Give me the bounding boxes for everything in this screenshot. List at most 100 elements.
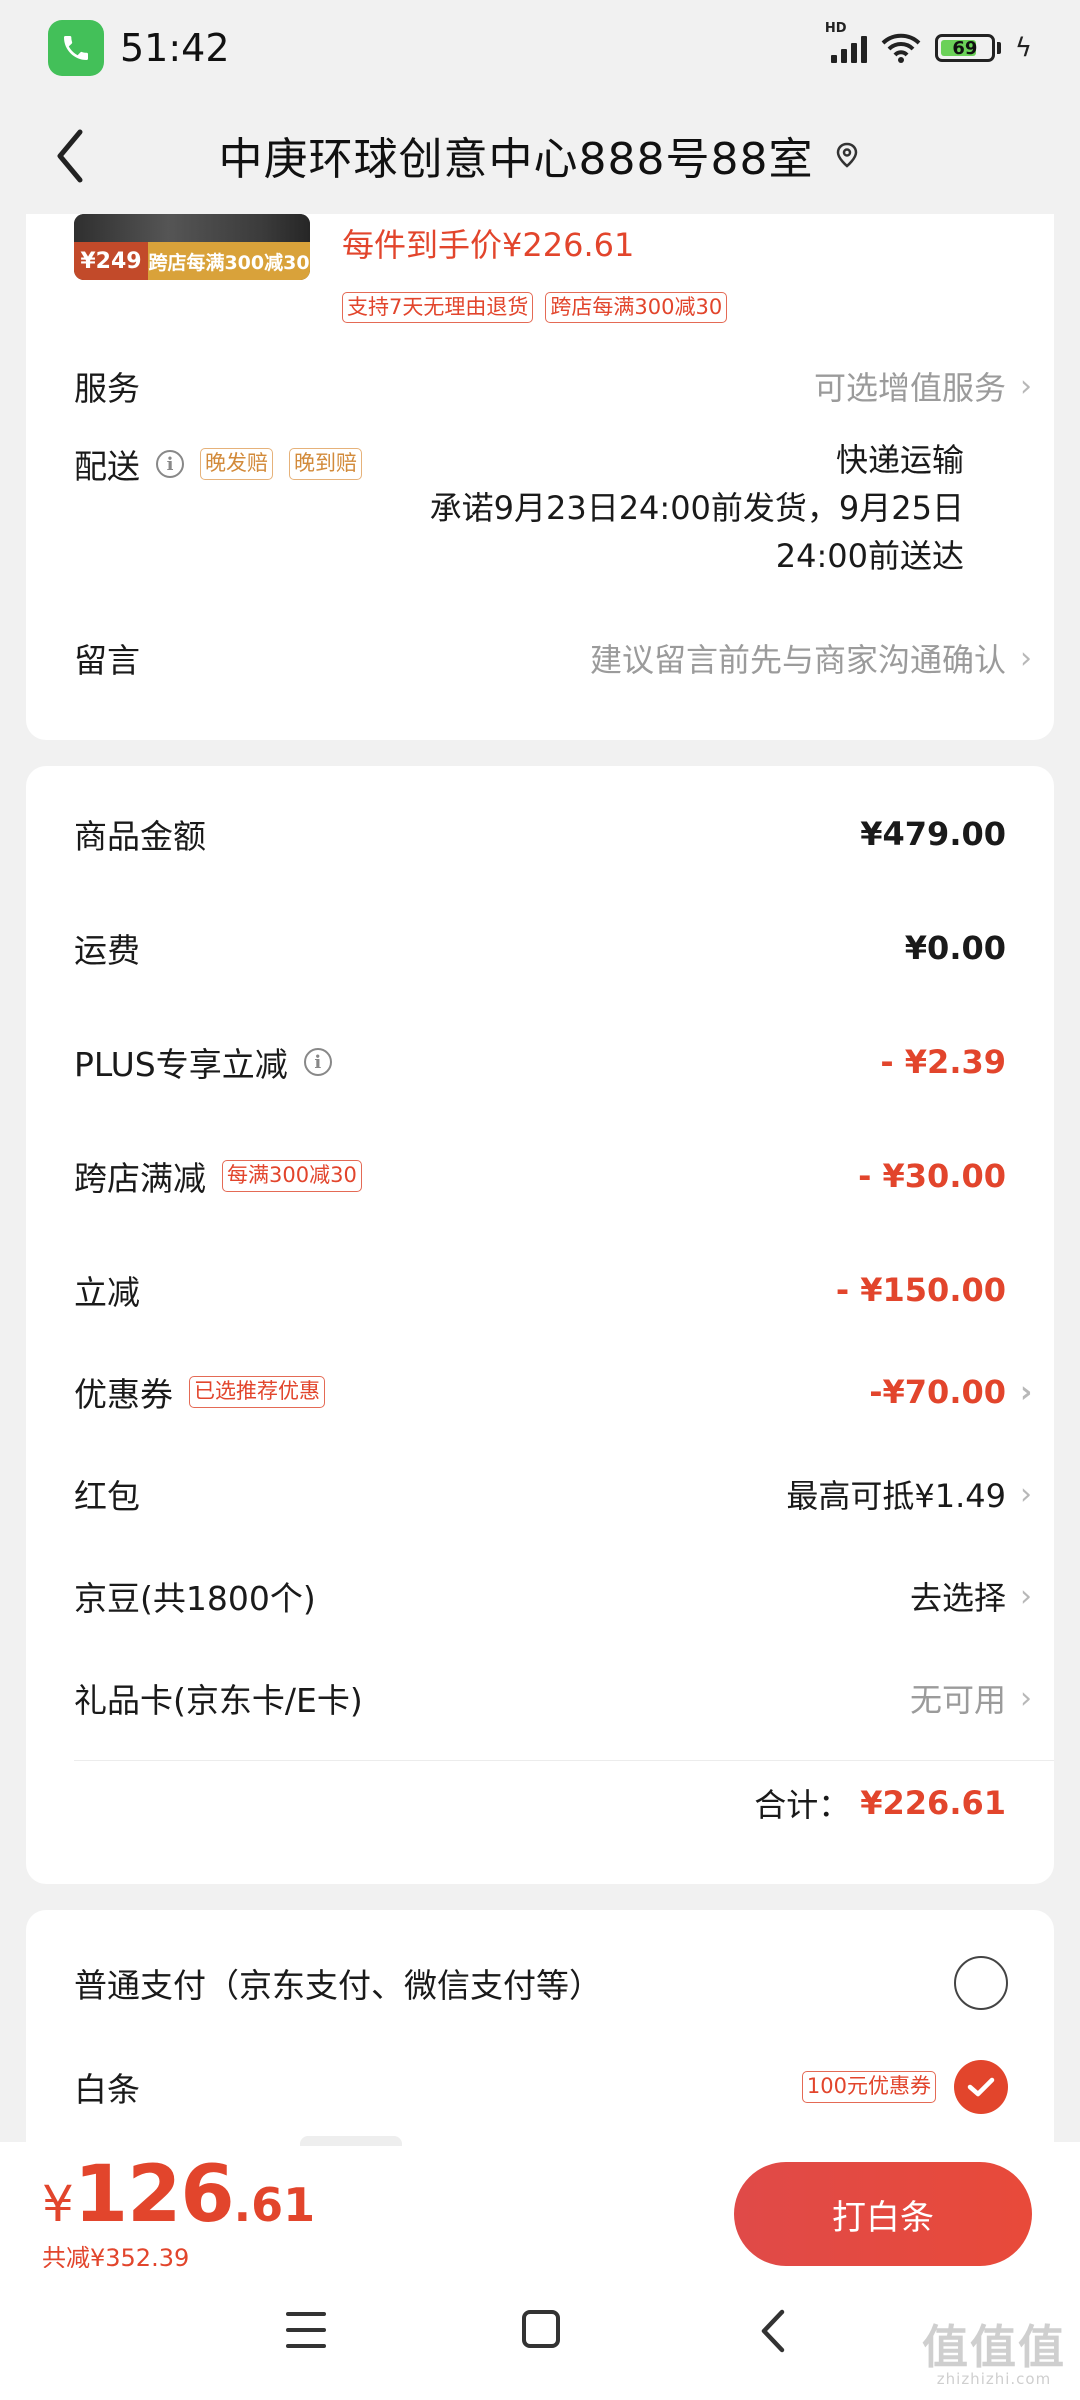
watermark-text: 值值值 <box>922 2320 1066 2374</box>
coupon-label-group: 优惠券 已选推荐优惠 <box>74 1368 325 1416</box>
direct-discount-value: - ¥150.00 <box>835 1271 1006 1309</box>
return-policy-tag: 支持7天无理由退货 <box>342 292 534 324</box>
payment-method-card: 普通支付（京东支付、微信支付等） 白条 100元优惠券 <box>26 1910 1054 2150</box>
status-time: 51:42 <box>120 26 230 70</box>
jd-beans-value: 去选择 › <box>910 1573 1032 1619</box>
delivery-label: 配送 <box>74 447 140 486</box>
crossstore-label-group: 跨店满减 每满300减30 <box>74 1152 362 1200</box>
total-label: 合计： <box>754 1786 851 1824</box>
service-row[interactable]: 服务 可选增值服务 › <box>74 362 1032 410</box>
coupon-row[interactable]: 优惠券 已选推荐优惠 -¥70.00 › <box>74 1368 1032 1416</box>
message-label: 留言 <box>74 641 140 680</box>
normal-pay-row[interactable]: 普通支付（京东支付、微信支付等） <box>74 1956 1008 2010</box>
gift-card-label: 礼品卡(京东卡/E卡) <box>74 1681 363 1720</box>
delivery-promise-1: 承诺9月23日24:00前发货，9月25日 <box>429 489 964 527</box>
normal-pay-radio[interactable] <box>954 1956 1008 2010</box>
baitiao-radio-checked[interactable] <box>954 2060 1008 2114</box>
shipping-row: 运费 ¥0.00 <box>74 924 1006 972</box>
checkout-bar: ¥ 126 .61 共减¥352.39 打白条 <box>0 2136 1080 2272</box>
shipping-label: 运费 <box>74 931 140 970</box>
chevron-right-icon: › <box>1020 1374 1033 1410</box>
coupon-tag: 已选推荐优惠 <box>189 1376 325 1408</box>
coupon-label: 优惠券 <box>74 1375 173 1414</box>
red-packet-row[interactable]: 红包 最高可抵¥1.49 › <box>74 1470 1032 1518</box>
price-summary-card: 商品金额 ¥479.00 运费 ¥0.00 PLUS专享立减 i - ¥2.39… <box>26 766 1054 1884</box>
divider <box>74 1760 1054 1761</box>
service-value: 可选增值服务 › <box>814 363 1032 409</box>
late-ship-tag: 晚发赔 <box>200 448 273 480</box>
red-packet-label: 红包 <box>74 1477 140 1516</box>
direct-discount-row: 立减 - ¥150.00 <box>74 1266 1006 1314</box>
page-header: 中庚环球创意中心888号88室 <box>0 96 1080 214</box>
cell-signal-icon: HD <box>825 21 867 63</box>
thumb-price: ¥249 <box>74 242 148 280</box>
delivery-details: 快递运输 承诺9月23日24:00前发货，9月25日 24:00前送达 <box>430 436 964 580</box>
order-detail-card: ¥249 跨店每满300减30 每件到手价¥226.61 支持7天无理由退货 跨… <box>26 214 1054 740</box>
crossstore-label: 跨店满减 <box>74 1159 206 1198</box>
crossstore-promo-tag: 跨店每满300减30 <box>545 292 728 324</box>
battery-cap <box>996 42 1001 54</box>
status-bar: 51:42 HD 69 ϟ <box>0 0 1080 96</box>
info-icon[interactable]: i <box>156 450 184 478</box>
thumb-promo: 跨店每满300减30 <box>148 242 310 280</box>
baitiao-coupon-tag: 100元优惠券 <box>801 2071 936 2103</box>
normal-pay-label: 普通支付（京东支付、微信支付等） <box>74 1966 602 2005</box>
menu-icon[interactable] <box>286 2312 326 2348</box>
phone-call-icon[interactable] <box>48 20 104 76</box>
gift-card-value: 无可用 › <box>910 1675 1032 1721</box>
total-group: 合计： ¥226.61 <box>754 1780 1006 1826</box>
jd-beans-label: 京豆(共1800个) <box>74 1579 316 1618</box>
goods-amount-label: 商品金额 <box>74 817 206 856</box>
product-thumbnail[interactable]: ¥249 跨店每满300减30 <box>74 214 310 280</box>
pay-baitiao-button[interactable]: 打白条 <box>734 2162 1032 2266</box>
info-icon[interactable]: i <box>303 1048 332 1076</box>
unit-price: 每件到手价¥226.61 <box>342 226 635 264</box>
partial-chip <box>300 2136 402 2146</box>
back-arrow-icon[interactable] <box>50 126 90 186</box>
pay-amount: ¥ 126 .61 <box>42 2150 315 2240</box>
goods-amount-row: 商品金额 ¥479.00 <box>74 810 1006 858</box>
chevron-right-icon: › <box>1020 1578 1032 1614</box>
wifi-icon <box>881 33 921 63</box>
plus-discount-row: PLUS专享立减 i - ¥2.39 <box>74 1038 1006 1086</box>
watermark-logo: 值值值 zhizhizhi.com <box>922 2324 1066 2388</box>
chevron-right-icon: › <box>1020 640 1032 676</box>
plus-discount-value: - ¥2.39 <box>880 1043 1006 1081</box>
late-arrive-tag: 晚到赔 <box>289 448 362 480</box>
home-icon[interactable] <box>522 2310 560 2348</box>
address-title[interactable]: 中庚环球创意中心888号88室 <box>219 123 814 187</box>
red-packet-value: 最高可抵¥1.49 › <box>786 1471 1032 1517</box>
baitiao-label: 白条 <box>74 2070 140 2109</box>
gift-card-row[interactable]: 礼品卡(京东卡/E卡) 无可用 › <box>74 1674 1032 1722</box>
battery-icon: 69 <box>934 34 995 62</box>
coupon-value: -¥70.00 › <box>869 1373 1032 1411</box>
watermark-url: zhizhizhi.com <box>936 2370 1052 2388</box>
chevron-right-icon: › <box>1020 1476 1032 1512</box>
pay-amount-decimal: .61 <box>233 2178 316 2232</box>
total-row: 合计： ¥226.61 <box>74 1780 1006 1826</box>
total-value: ¥226.61 <box>860 1784 1006 1822</box>
system-nav-bar: 值值值 zhizhizhi.com <box>0 2268 1080 2400</box>
message-placeholder: 建议留言前先与商家沟通确认 › <box>590 635 1032 681</box>
normal-pay-radio-wrap <box>954 1956 1008 2010</box>
pay-amount-integer: 126 <box>73 2150 235 2240</box>
baitiao-right: 100元优惠券 <box>801 2060 1008 2114</box>
product-tags: 支持7天无理由退货 跨店每满300减30 <box>342 292 728 324</box>
goods-amount-value: ¥479.00 <box>860 815 1006 853</box>
delivery-promise-2: 24:00前送达 <box>775 537 964 575</box>
hd-label: HD <box>824 21 847 36</box>
plus-discount-label-group: PLUS专享立减 i <box>74 1038 332 1086</box>
plus-discount-label: PLUS专享立减 <box>74 1045 288 1084</box>
baitiao-row[interactable]: 白条 100元优惠券 <box>74 2060 1008 2114</box>
crossstore-row: 跨店满减 每满300减30 - ¥30.00 <box>74 1152 1006 1200</box>
direct-discount-label: 立减 <box>74 1273 140 1312</box>
message-row[interactable]: 留言 建议留言前先与商家沟通确认 › <box>74 634 1032 682</box>
crossstore-value: - ¥30.00 <box>858 1157 1006 1195</box>
nav-back-icon[interactable] <box>754 2306 794 2356</box>
shipping-value: ¥0.00 <box>904 929 1006 967</box>
pay-currency: ¥ <box>42 2175 74 2233</box>
service-label: 服务 <box>74 369 140 408</box>
charging-icon: ϟ <box>1014 33 1032 63</box>
delivery-label-group: 配送 i 晚发赔 晚到赔 <box>74 440 362 488</box>
jd-beans-row[interactable]: 京豆(共1800个) 去选择 › <box>74 1572 1032 1620</box>
